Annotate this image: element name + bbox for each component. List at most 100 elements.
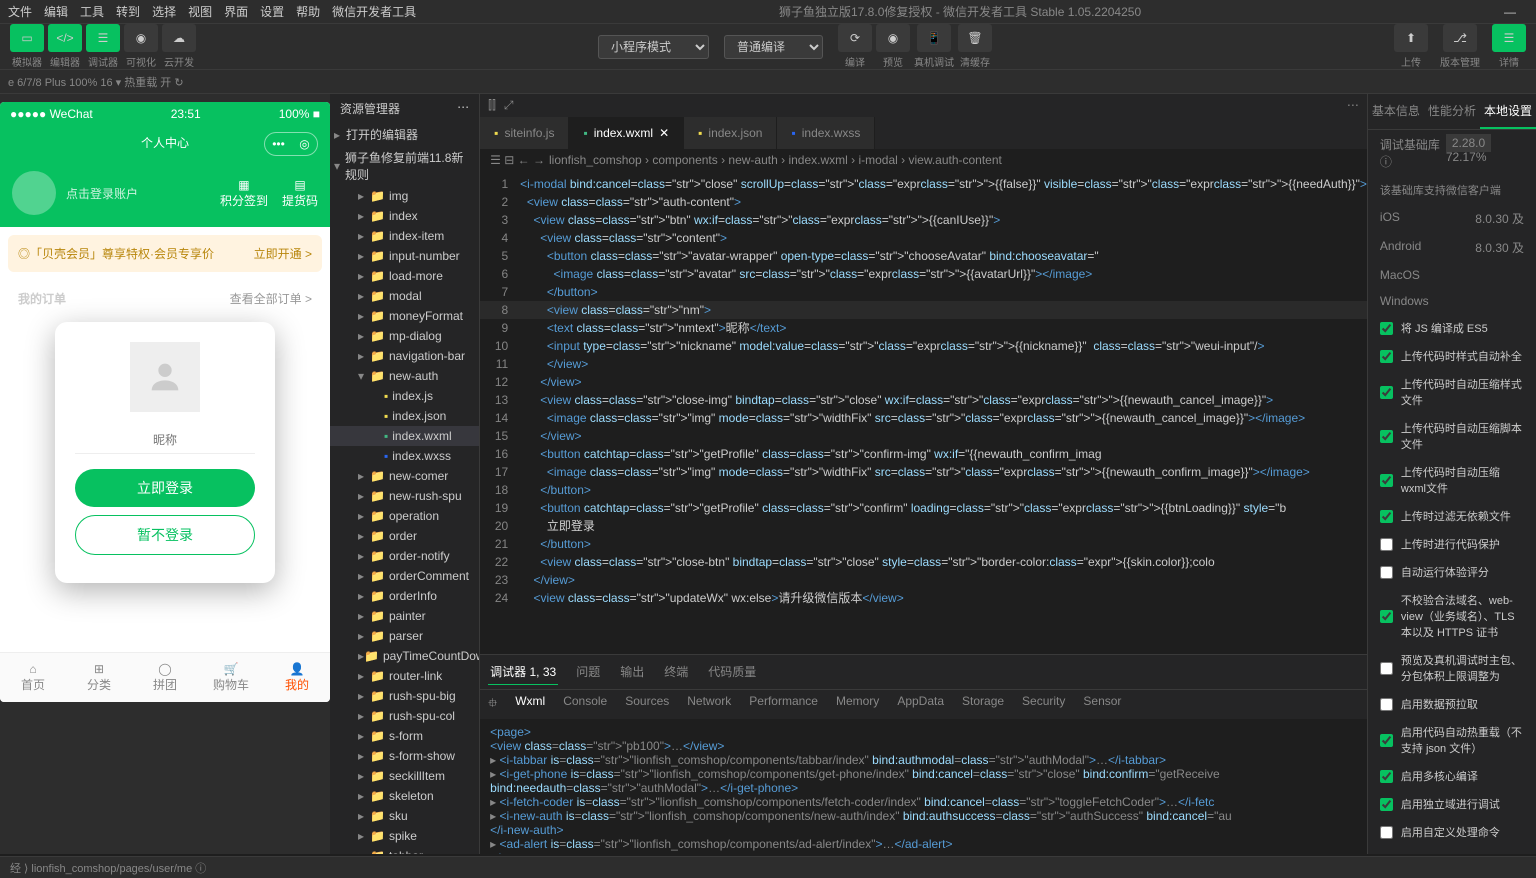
upload-button[interactable]: ⬆ <box>1394 24 1428 52</box>
console-body[interactable]: <page> <view class=class="str">"pb100">…… <box>480 719 1367 854</box>
cloud-button[interactable]: ☁ <box>162 24 196 52</box>
console-tab[interactable]: 输出 <box>618 659 646 685</box>
devtools-tab[interactable]: Memory <box>836 694 879 715</box>
tree-item[interactable]: ▸ 📁new-rush-spu <box>330 486 479 506</box>
menu-item[interactable]: 编辑 <box>44 3 68 20</box>
tab-category[interactable]: ⊞分类 <box>66 653 132 702</box>
tree-item[interactable]: ▸ 📁navigation-bar <box>330 346 479 366</box>
user-section[interactable]: 点击登录账户 ▦积分签到 ▤提货码 <box>0 159 330 227</box>
setting-checkbox[interactable]: 自动运行体验评分 <box>1368 558 1536 586</box>
tree-item[interactable]: ▸ 📁s-form <box>330 726 479 746</box>
capsule-menu[interactable]: •••◎ <box>264 132 318 156</box>
compile-select[interactable]: 普通编译 <box>724 35 823 59</box>
setting-checkbox[interactable]: 启用数据预拉取 <box>1368 690 1536 718</box>
tree-item[interactable]: ▸ 📁index-item <box>330 226 479 246</box>
console-tab[interactable]: 代码质量 <box>706 659 758 685</box>
compile-button[interactable]: ⟳ <box>838 24 872 52</box>
tree-item[interactable]: ▸ 📁moneyFormat <box>330 306 479 326</box>
breadcrumb[interactable]: ☰ ⊟ ← → lionfish_comshop › components › … <box>480 149 1367 171</box>
setting-checkbox[interactable]: 启用多核心编译 <box>1368 762 1536 790</box>
devtools-tab[interactable]: Security <box>1022 694 1065 715</box>
debugger-button[interactable]: ☰ <box>86 24 120 52</box>
settings-tab[interactable]: 基本信息 <box>1368 94 1424 129</box>
devtools-tab[interactable]: AppData <box>897 694 944 715</box>
project-root[interactable]: ▾狮子鱼修复前端11.8新规则 <box>330 146 479 186</box>
setting-checkbox[interactable]: 上传代码时样式自动补全 <box>1368 342 1536 370</box>
remote-debug-button[interactable]: 📱 <box>917 24 951 52</box>
editor-tab[interactable]: ▪ index.wxml ✕ <box>569 117 684 149</box>
tree-item[interactable]: ▸ 📁order <box>330 526 479 546</box>
clear-cache-button[interactable]: 🗑 <box>958 24 992 52</box>
setting-checkbox[interactable]: 启用代码自动热重载（不支持 json 文件） <box>1368 718 1536 762</box>
editor-button[interactable]: </> <box>48 24 82 52</box>
tab-home[interactable]: ⌂首页 <box>0 653 66 702</box>
breadcrumb-icons[interactable]: ☰ ⊟ ← → <box>490 153 545 167</box>
devtools-tab[interactable]: Sources <box>625 694 669 715</box>
nologin-button[interactable]: 暂不登录 <box>75 515 255 555</box>
editor-tab[interactable]: ▪ siteinfo.js <box>480 117 569 149</box>
tree-item[interactable]: ▸ 📁sku <box>330 806 479 826</box>
setting-checkbox[interactable]: 上传时进行代码保护 <box>1368 530 1536 558</box>
menu-item[interactable]: 工具 <box>80 3 104 20</box>
tree-item[interactable]: ▸ 📁operation <box>330 506 479 526</box>
close-icon[interactable]: ✕ <box>659 126 669 140</box>
tree-item[interactable]: ▸ 📁modal <box>330 286 479 306</box>
setting-checkbox[interactable]: 上传代码时自动压缩样式文件 <box>1368 370 1536 414</box>
tree-item[interactable]: ▪index.js <box>330 386 479 406</box>
more-icon[interactable]: ⋯ <box>457 100 469 117</box>
tab-cart[interactable]: 🛒购物车 <box>198 653 264 702</box>
tree-item[interactable]: ▸ 📁mp-dialog <box>330 326 479 346</box>
devtools-tab[interactable]: Performance <box>749 694 818 715</box>
login-button[interactable]: 立即登录 <box>75 469 255 507</box>
setting-checkbox[interactable]: 预览及真机调试时主包、分包体积上限调整为 <box>1368 646 1536 690</box>
setting-checkbox[interactable]: 上传代码时自动压缩脚本文件 <box>1368 414 1536 458</box>
devtools-tab[interactable]: Storage <box>962 694 1004 715</box>
tab-mine[interactable]: 👤我的 <box>264 653 330 702</box>
simulator-button[interactable]: ▭ <box>10 24 44 52</box>
version-button[interactable]: ⎇ <box>1443 24 1477 52</box>
setting-checkbox[interactable]: 启用自定义处理命令 <box>1368 818 1536 846</box>
mode-select[interactable]: 小程序模式 <box>598 35 709 59</box>
tree-item[interactable]: ▪index.json <box>330 406 479 426</box>
more-icon[interactable]: ⋯ <box>1347 98 1359 113</box>
tree-item[interactable]: ▸ 📁spike <box>330 826 479 846</box>
menu-item[interactable]: 微信开发者工具 <box>332 3 416 20</box>
console-tab[interactable]: 终端 <box>662 659 690 685</box>
code-icon[interactable]: ▤ <box>282 178 318 192</box>
devtools-tab[interactable]: Network <box>687 694 731 715</box>
setting-checkbox[interactable]: 上传时过滤无依赖文件 <box>1368 502 1536 530</box>
all-orders-link[interactable]: 查看全部订单 > <box>230 290 312 307</box>
devtools-tab[interactable]: Console <box>563 694 607 715</box>
tree-item[interactable]: ▸ 📁orderComment <box>330 566 479 586</box>
tree-item[interactable]: ▸ 📁load-more <box>330 266 479 286</box>
code-editor[interactable]: 1<i-modal bind:cancel=class="str">"close… <box>480 171 1367 654</box>
split-icon[interactable]: ⫿⫿ <box>488 98 496 113</box>
tree-item[interactable]: ▸ 📁parser <box>330 626 479 646</box>
settings-tab[interactable]: 本地设置 <box>1480 94 1536 129</box>
tree-item[interactable]: ▸ 📁skeleton <box>330 786 479 806</box>
editor-tab[interactable]: ▪ index.wxss <box>777 117 875 149</box>
tree-item[interactable]: ▸ 📁rush-spu-big <box>330 686 479 706</box>
open-editors[interactable]: ▸打开的编辑器 <box>330 123 479 146</box>
editor-tab[interactable]: ▪ index.json <box>684 117 777 149</box>
menu-item[interactable]: 视图 <box>188 3 212 20</box>
nickname-input[interactable] <box>75 427 255 454</box>
tree-item[interactable]: ▸ 📁router-link <box>330 666 479 686</box>
tree-item[interactable]: ▸ 📁input-number <box>330 246 479 266</box>
settings-tab[interactable]: 性能分析 <box>1424 94 1480 129</box>
console-tab[interactable]: 问题 <box>574 659 602 685</box>
setting-checkbox[interactable]: 不校验合法域名、web-view（业务域名）、TLS本以及 HTTPS 证书 <box>1368 586 1536 646</box>
tree-item[interactable]: ▾ 📁new-auth <box>330 366 479 386</box>
tree-item[interactable]: ▸ 📁order-notify <box>330 546 479 566</box>
menu-item[interactable]: 帮助 <box>296 3 320 20</box>
preview-button[interactable]: ◉ <box>876 24 910 52</box>
tree-item[interactable]: ▸ 📁tabbar <box>330 846 479 854</box>
setting-checkbox[interactable]: 上传代码时自动压缩wxml文件 <box>1368 458 1536 502</box>
tree-item[interactable]: ▸ 📁rush-spu-col <box>330 706 479 726</box>
menu-item[interactable]: 文件 <box>8 3 32 20</box>
tree-item[interactable]: ▸ 📁payTimeCountDown <box>330 646 479 666</box>
minimize-icon[interactable]: — <box>1504 5 1516 19</box>
menu-item[interactable]: 设置 <box>260 3 284 20</box>
tree-item[interactable]: ▪index.wxss <box>330 446 479 466</box>
setting-checkbox[interactable]: 将 JS 编译成 ES5 <box>1368 314 1536 342</box>
